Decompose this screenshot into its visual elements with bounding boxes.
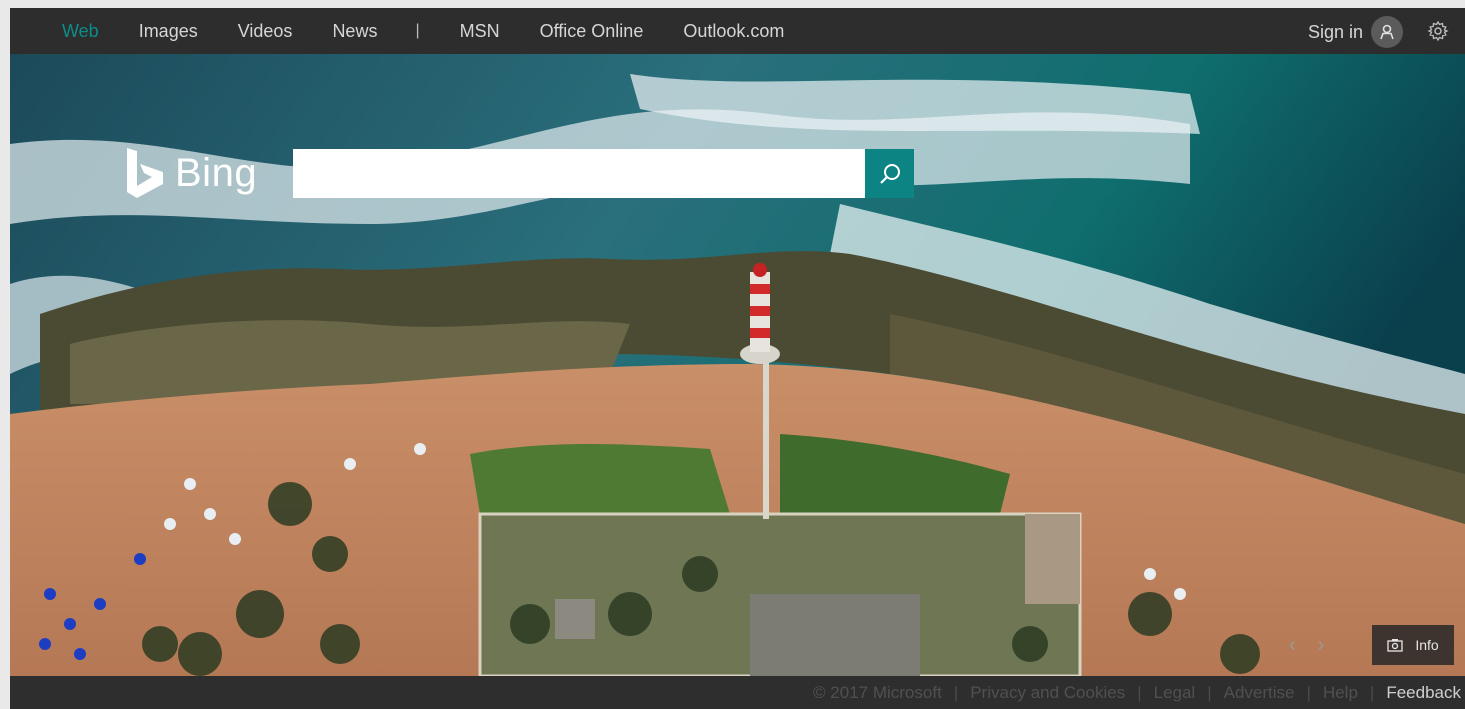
nav-msn[interactable]: MSN [460, 21, 500, 42]
next-image-arrow-icon[interactable]: › [1318, 634, 1325, 657]
previous-image-arrow-icon[interactable]: ‹ [1289, 634, 1296, 657]
nav-separator: | [415, 22, 420, 39]
search-input[interactable] [293, 149, 865, 198]
footer-link-feedback[interactable]: Feedback [1386, 683, 1461, 703]
nav-office-online[interactable]: Office Online [540, 21, 644, 42]
footer-separator: | [953, 682, 959, 702]
image-info-button[interactable]: Info [1372, 625, 1454, 665]
bing-b-icon [127, 148, 163, 198]
footer-link-help[interactable]: Help [1323, 683, 1358, 703]
nav-news[interactable]: News [332, 21, 377, 42]
top-navigation-bar: Web Images Videos News | MSN Office Onli… [10, 8, 1465, 54]
search-form [293, 149, 914, 198]
footer-link-privacy[interactable]: Privacy and Cookies [970, 683, 1125, 703]
footer-bar: © 2017 Microsoft | Privacy and Cookies |… [10, 676, 1465, 709]
camera-icon [1387, 639, 1403, 652]
footer-separator: | [1207, 682, 1212, 702]
nav-web[interactable]: Web [62, 21, 99, 42]
nav-videos[interactable]: Videos [238, 21, 293, 42]
search-icon [879, 163, 900, 184]
settings-gear-icon[interactable] [1427, 20, 1449, 42]
nav-outlook[interactable]: Outlook.com [683, 21, 784, 42]
image-carousel-nav: ‹ › [1289, 634, 1324, 657]
footer-separator: | [1306, 682, 1311, 702]
user-avatar-icon [1371, 16, 1403, 48]
footer-link-advertise[interactable]: Advertise [1224, 683, 1295, 703]
footer-separator: | [1369, 682, 1375, 702]
browser-viewport: Web Images Videos News | MSN Office Onli… [10, 8, 1465, 709]
bing-logo[interactable]: Bing [125, 146, 257, 200]
copyright-text: © 2017 Microsoft [813, 682, 942, 702]
footer-link-legal[interactable]: Legal [1154, 683, 1196, 703]
nav-images[interactable]: Images [139, 21, 198, 42]
info-label: Info [1415, 637, 1439, 653]
sign-in-button[interactable]: Sign in [1308, 16, 1403, 48]
search-button[interactable] [865, 149, 914, 198]
sign-in-label: Sign in [1307, 21, 1363, 42]
footer-separator: | [1137, 682, 1142, 702]
bing-logo-text: Bing [175, 150, 258, 195]
